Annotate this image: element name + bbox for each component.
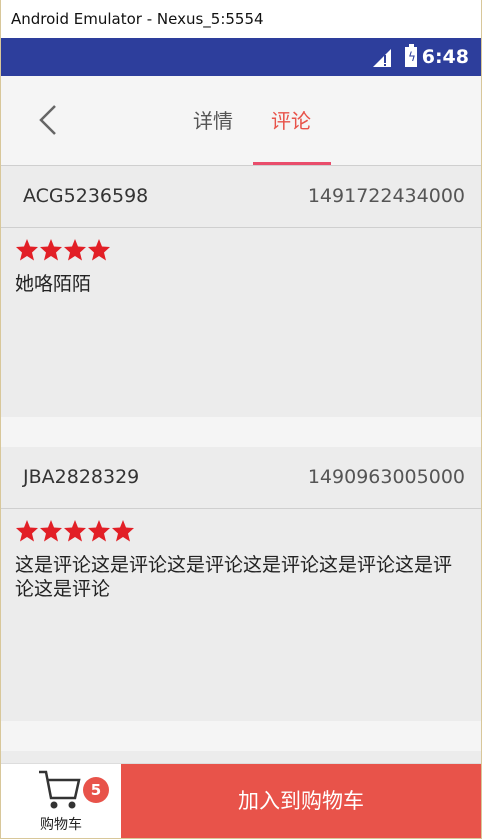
back-arrow-icon[interactable] bbox=[33, 102, 65, 138]
status-time: 6:48 bbox=[421, 46, 469, 68]
bottom-bar: 5 购物车 加入到购物车 bbox=[1, 763, 481, 838]
tab-detail[interactable]: 详情 bbox=[193, 106, 233, 136]
signal-icon bbox=[373, 49, 391, 67]
emulator-frame: Android Emulator - Nexus_5:5554 ϟ 6:48 详… bbox=[1, 0, 481, 838]
comment-header: JBA2828329 1490963005000 bbox=[1, 447, 481, 509]
shopping-cart-icon bbox=[39, 770, 81, 809]
comment-card: JBA2828329 1490963005000 这是评论这是评论这是评论这是评… bbox=[1, 447, 481, 721]
app-bar: 详情 评论 bbox=[1, 76, 481, 166]
star-icon bbox=[64, 520, 86, 542]
star-icon bbox=[64, 239, 86, 261]
star-icon bbox=[40, 239, 62, 261]
comment-timestamp: 1490963005000 bbox=[307, 466, 465, 488]
comment-card bbox=[1, 751, 481, 763]
comment-header: ACG5236598 1491722434000 bbox=[1, 166, 481, 228]
comment-card: ACG5236598 1491722434000 她咯陌陌 bbox=[1, 166, 481, 417]
comment-list[interactable]: ACG5236598 1491722434000 她咯陌陌 JBA2828329… bbox=[1, 166, 481, 763]
add-to-cart-button[interactable]: 加入到购物车 bbox=[121, 764, 481, 838]
active-tab-indicator bbox=[253, 162, 331, 165]
rating-stars bbox=[15, 238, 111, 264]
cart-count-badge: 5 bbox=[83, 777, 109, 803]
comment-user: ACG5236598 bbox=[23, 185, 149, 207]
tab-comments[interactable]: 评论 bbox=[271, 106, 311, 136]
rating-stars bbox=[15, 519, 135, 545]
comment-timestamp: 1491722434000 bbox=[307, 185, 465, 207]
cart-label: 购物车 bbox=[40, 817, 82, 833]
cart-button[interactable]: 5 购物车 bbox=[1, 764, 121, 838]
star-icon bbox=[40, 520, 62, 542]
comment-user: JBA2828329 bbox=[23, 466, 140, 488]
window-title: Android Emulator - Nexus_5:5554 bbox=[1, 0, 481, 38]
star-icon bbox=[16, 239, 38, 261]
battery-icon: ϟ bbox=[405, 44, 417, 67]
status-bar: ϟ 6:48 bbox=[1, 38, 481, 76]
comment-text: 她咯陌陌 bbox=[15, 273, 92, 295]
star-icon bbox=[112, 520, 134, 542]
comment-text: 这是评论这是评论这是评论这是评论这是评论这是评论这是评论 bbox=[15, 554, 453, 600]
star-icon bbox=[88, 239, 110, 261]
star-icon bbox=[88, 520, 110, 542]
star-icon bbox=[16, 520, 38, 542]
